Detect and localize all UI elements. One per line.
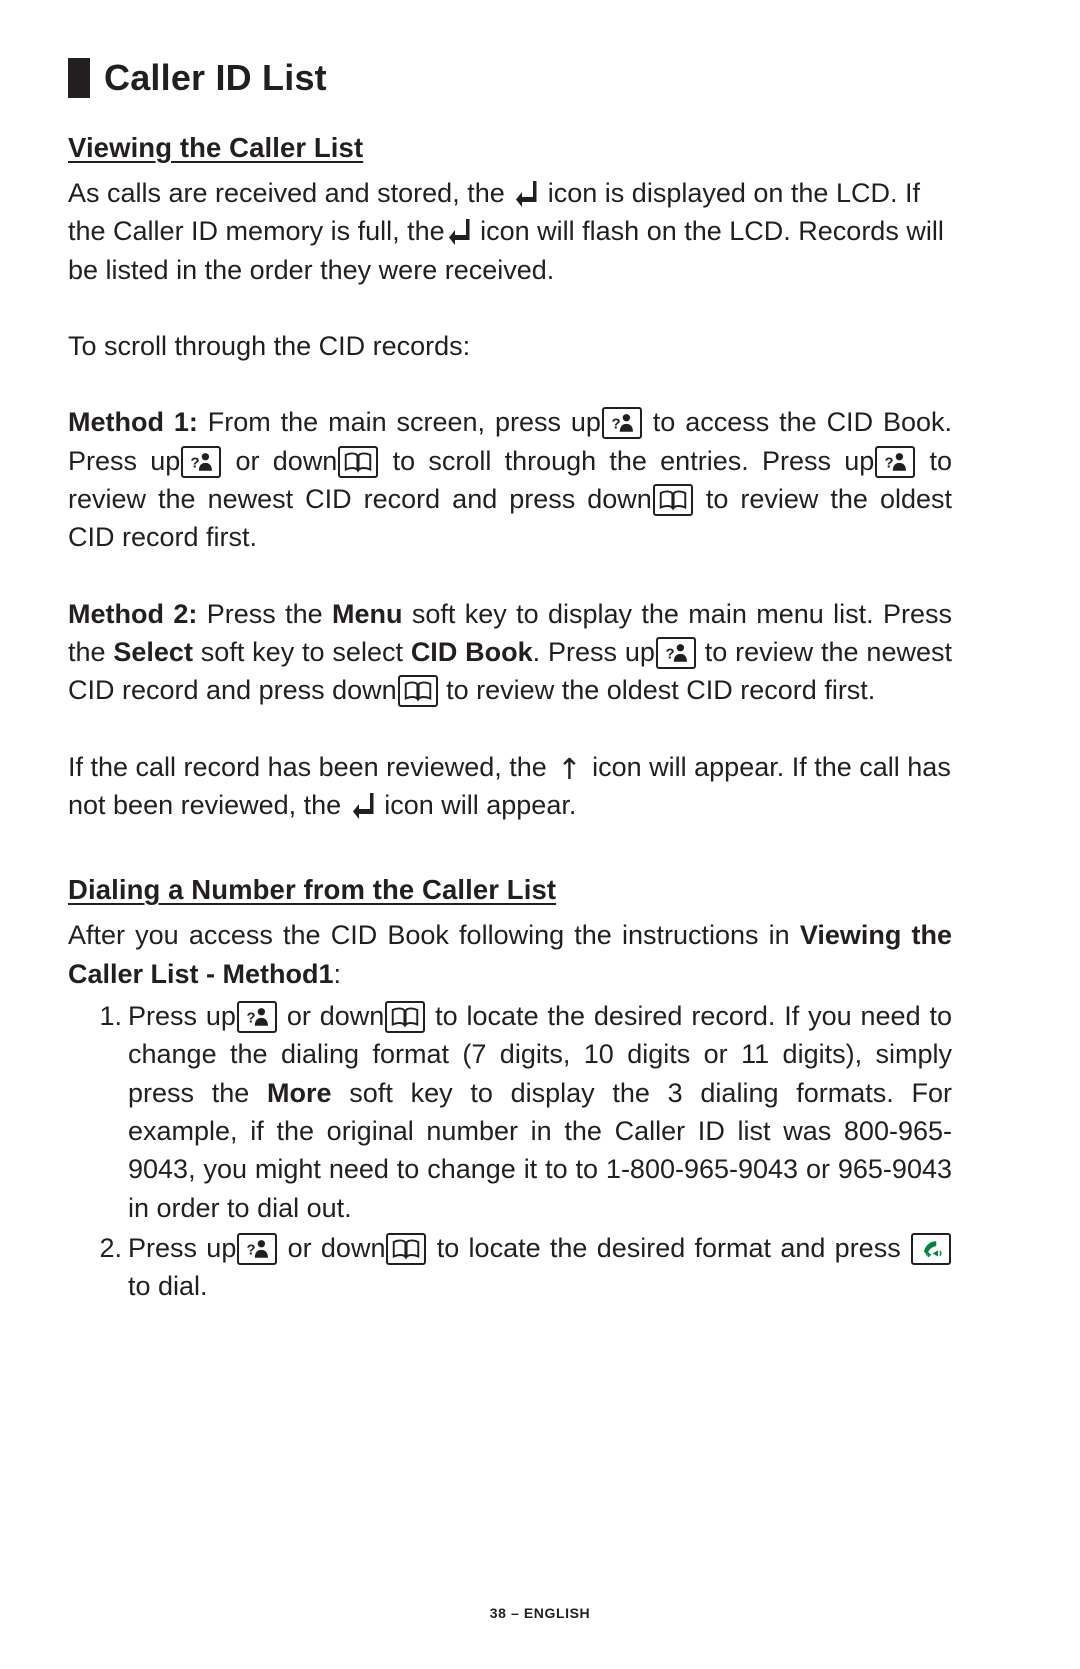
page-title-text: Caller ID List bbox=[104, 57, 327, 98]
list-item: 2. Press up ? or down to locate the desir… bbox=[68, 1229, 952, 1306]
svg-text:?: ? bbox=[665, 646, 674, 662]
caller-id-person-question-key-icon: ? bbox=[181, 445, 222, 478]
cid-book-label: CID Book bbox=[410, 636, 533, 667]
more-softkey-label: More bbox=[267, 1077, 332, 1108]
phonebook-open-book-key-icon bbox=[397, 675, 438, 708]
list-item-number: 1. bbox=[99, 1000, 122, 1031]
svg-text:?: ? bbox=[885, 455, 894, 471]
paragraph-reviewed-icons: If the call record has been reviewed, th… bbox=[68, 751, 951, 821]
list-item: 1. Press up ? or down to locate the desir… bbox=[68, 997, 952, 1227]
caller-id-person-question-key-icon: ? bbox=[601, 407, 642, 440]
title-bullet-square bbox=[68, 58, 90, 98]
paragraph-icon-display: As calls are received and stored, the ic… bbox=[68, 178, 944, 285]
paragraph-method-2: Method 2: Press the Menu soft key to dis… bbox=[68, 598, 952, 708]
caller-id-person-question-key-icon: ? bbox=[236, 1000, 277, 1033]
svg-text:?: ? bbox=[247, 1242, 256, 1258]
return-arrow-icon bbox=[448, 217, 470, 247]
green-talk-handset-key-icon bbox=[911, 1232, 951, 1265]
manual-page: Caller ID List Viewing the Caller List A… bbox=[0, 0, 1080, 1669]
page-content: Caller ID List Viewing the Caller List A… bbox=[68, 58, 952, 1308]
section-heading-dialing: Dialing a Number from the Caller List bbox=[68, 874, 557, 906]
menu-softkey-label: Menu bbox=[332, 598, 403, 629]
list-item-number: 2. bbox=[99, 1232, 122, 1263]
svg-text:?: ? bbox=[611, 417, 620, 433]
caller-id-person-question-key-icon: ? bbox=[237, 1232, 278, 1265]
paragraph-dialing-intro: After you access the CID Book following … bbox=[68, 920, 953, 989]
phonebook-open-book-key-icon bbox=[386, 1232, 427, 1265]
caller-id-person-question-key-icon: ? bbox=[655, 636, 696, 669]
method-1-label: Method 1: bbox=[68, 407, 198, 438]
svg-text:?: ? bbox=[246, 1010, 255, 1026]
return-arrow-icon bbox=[352, 791, 374, 821]
method-2-label: Method 2: bbox=[68, 598, 198, 629]
dialing-steps-list: 1. Press up ? or down to locate the desir… bbox=[68, 997, 952, 1306]
phonebook-open-book-key-icon bbox=[338, 445, 379, 478]
paragraph-scroll-intro: To scroll through the CID records: bbox=[68, 330, 471, 361]
select-softkey-label: Select bbox=[113, 636, 193, 667]
up-arrow-icon: ↑ bbox=[557, 751, 582, 786]
phonebook-open-book-key-icon bbox=[652, 483, 693, 516]
page-title: Caller ID List bbox=[68, 58, 952, 98]
paragraph-method-1: Method 1: From the main screen, press up… bbox=[68, 407, 952, 553]
section-heading-viewing: Viewing the Caller List bbox=[68, 132, 364, 163]
return-arrow-icon bbox=[515, 179, 537, 209]
page-footer: 38 – ENGLISH bbox=[489, 1605, 591, 1621]
phonebook-open-book-key-icon bbox=[385, 1000, 426, 1033]
svg-text:?: ? bbox=[191, 455, 200, 471]
caller-id-person-question-key-icon: ? bbox=[875, 445, 916, 478]
